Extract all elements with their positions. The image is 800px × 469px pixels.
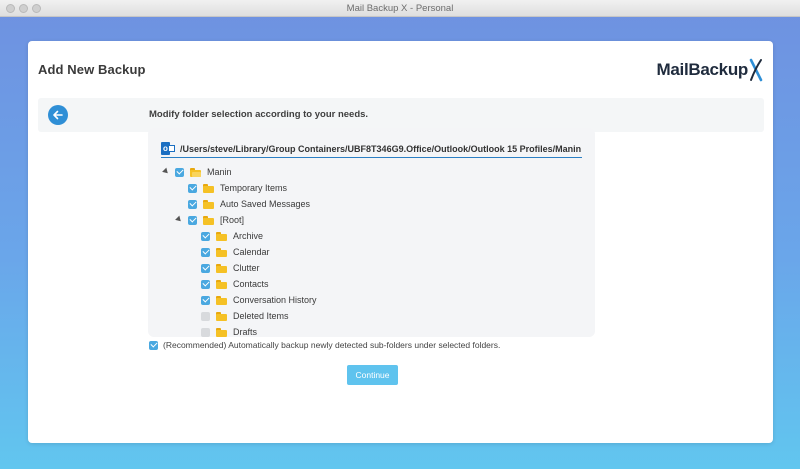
brand-logo: MailBackup <box>657 57 763 83</box>
tree-item-label: Clutter <box>233 263 260 273</box>
folder-icon <box>216 295 227 305</box>
checkbox[interactable] <box>188 199 197 209</box>
arrow-left-icon <box>53 110 63 120</box>
checkbox[interactable] <box>201 295 210 305</box>
recommended-checkbox[interactable] <box>149 340 158 350</box>
checkbox[interactable] <box>201 247 210 257</box>
recommended-option[interactable]: (Recommended) Automatically backup newly… <box>149 340 500 350</box>
checkbox[interactable] <box>188 183 197 193</box>
folder-icon <box>216 327 227 337</box>
checkbox[interactable] <box>201 327 210 337</box>
tree-item-label: Auto Saved Messages <box>220 199 311 209</box>
checkbox[interactable] <box>201 231 210 241</box>
tree-item-root[interactable]: [Root] <box>175 212 244 228</box>
tree-item-conversation-history[interactable]: Conversation History <box>201 292 317 308</box>
recommended-label: (Recommended) Automatically backup newly… <box>163 340 501 350</box>
instruction-text: Modify folder selection according to you… <box>149 109 369 120</box>
checkbox[interactable] <box>201 263 210 273</box>
tree-item-label: Contacts <box>233 279 269 289</box>
navigation-bar <box>38 98 764 132</box>
source-path-text: /Users/steve/Library/Group Containers/UB… <box>180 143 582 154</box>
checkbox[interactable] <box>188 215 197 225</box>
tree-item-temporary-items[interactable]: Temporary Items <box>188 180 287 196</box>
folder-icon <box>216 263 227 273</box>
expand-arrow-icon[interactable] <box>162 168 170 176</box>
tree-item-label: [Root] <box>220 215 245 225</box>
folder-tree-panel: o /Users/steve/Library/Group Containers/… <box>148 128 595 337</box>
continue-button[interactable]: Continue <box>347 365 398 385</box>
page-title: Add New Backup <box>38 62 146 77</box>
tree-item-clutter[interactable]: Clutter <box>201 260 260 276</box>
tree-item-label: Manin <box>207 167 232 177</box>
checkbox[interactable] <box>175 167 184 177</box>
title-bar: Mail Backup X - Personal <box>0 0 800 17</box>
tree-item-deleted-items[interactable]: Deleted Items <box>201 308 289 324</box>
tree-item-label: Drafts <box>233 327 258 337</box>
window-title: Mail Backup X - Personal <box>346 3 454 14</box>
checkbox[interactable] <box>201 279 210 289</box>
folder-icon <box>216 311 227 321</box>
logo-text: MailBackup <box>656 60 749 79</box>
folder-icon <box>203 183 214 193</box>
logo-x-icon <box>749 58 763 82</box>
tree-item-auto-saved-messages[interactable]: Auto Saved Messages <box>188 196 310 212</box>
tree-item-label: Archive <box>233 231 264 241</box>
tree-item-label: Deleted Items <box>233 311 289 321</box>
checkbox[interactable] <box>201 311 210 321</box>
folder-icon <box>203 199 214 209</box>
folder-icon <box>203 215 214 225</box>
folder-icon <box>216 279 227 289</box>
tree-item-label: Conversation History <box>233 295 317 305</box>
tree-item-drafts[interactable]: Drafts <box>201 324 257 337</box>
outlook-icon: o <box>161 142 175 155</box>
folder-icon <box>216 247 227 257</box>
folder-icon <box>216 231 227 241</box>
tree-item-contacts[interactable]: Contacts <box>201 276 269 292</box>
tree-item-label: Temporary Items <box>220 183 288 193</box>
tree-item-calendar[interactable]: Calendar <box>201 244 270 260</box>
tree-item-label: Calendar <box>233 247 270 257</box>
tree-item-archive[interactable]: Archive <box>201 228 263 244</box>
folder-open-icon <box>190 167 201 177</box>
back-button[interactable] <box>48 105 68 125</box>
expand-arrow-icon[interactable] <box>175 216 183 224</box>
source-path: o /Users/steve/Library/Group Containers/… <box>161 140 582 158</box>
tree-item-manin[interactable]: Manin <box>162 164 232 180</box>
